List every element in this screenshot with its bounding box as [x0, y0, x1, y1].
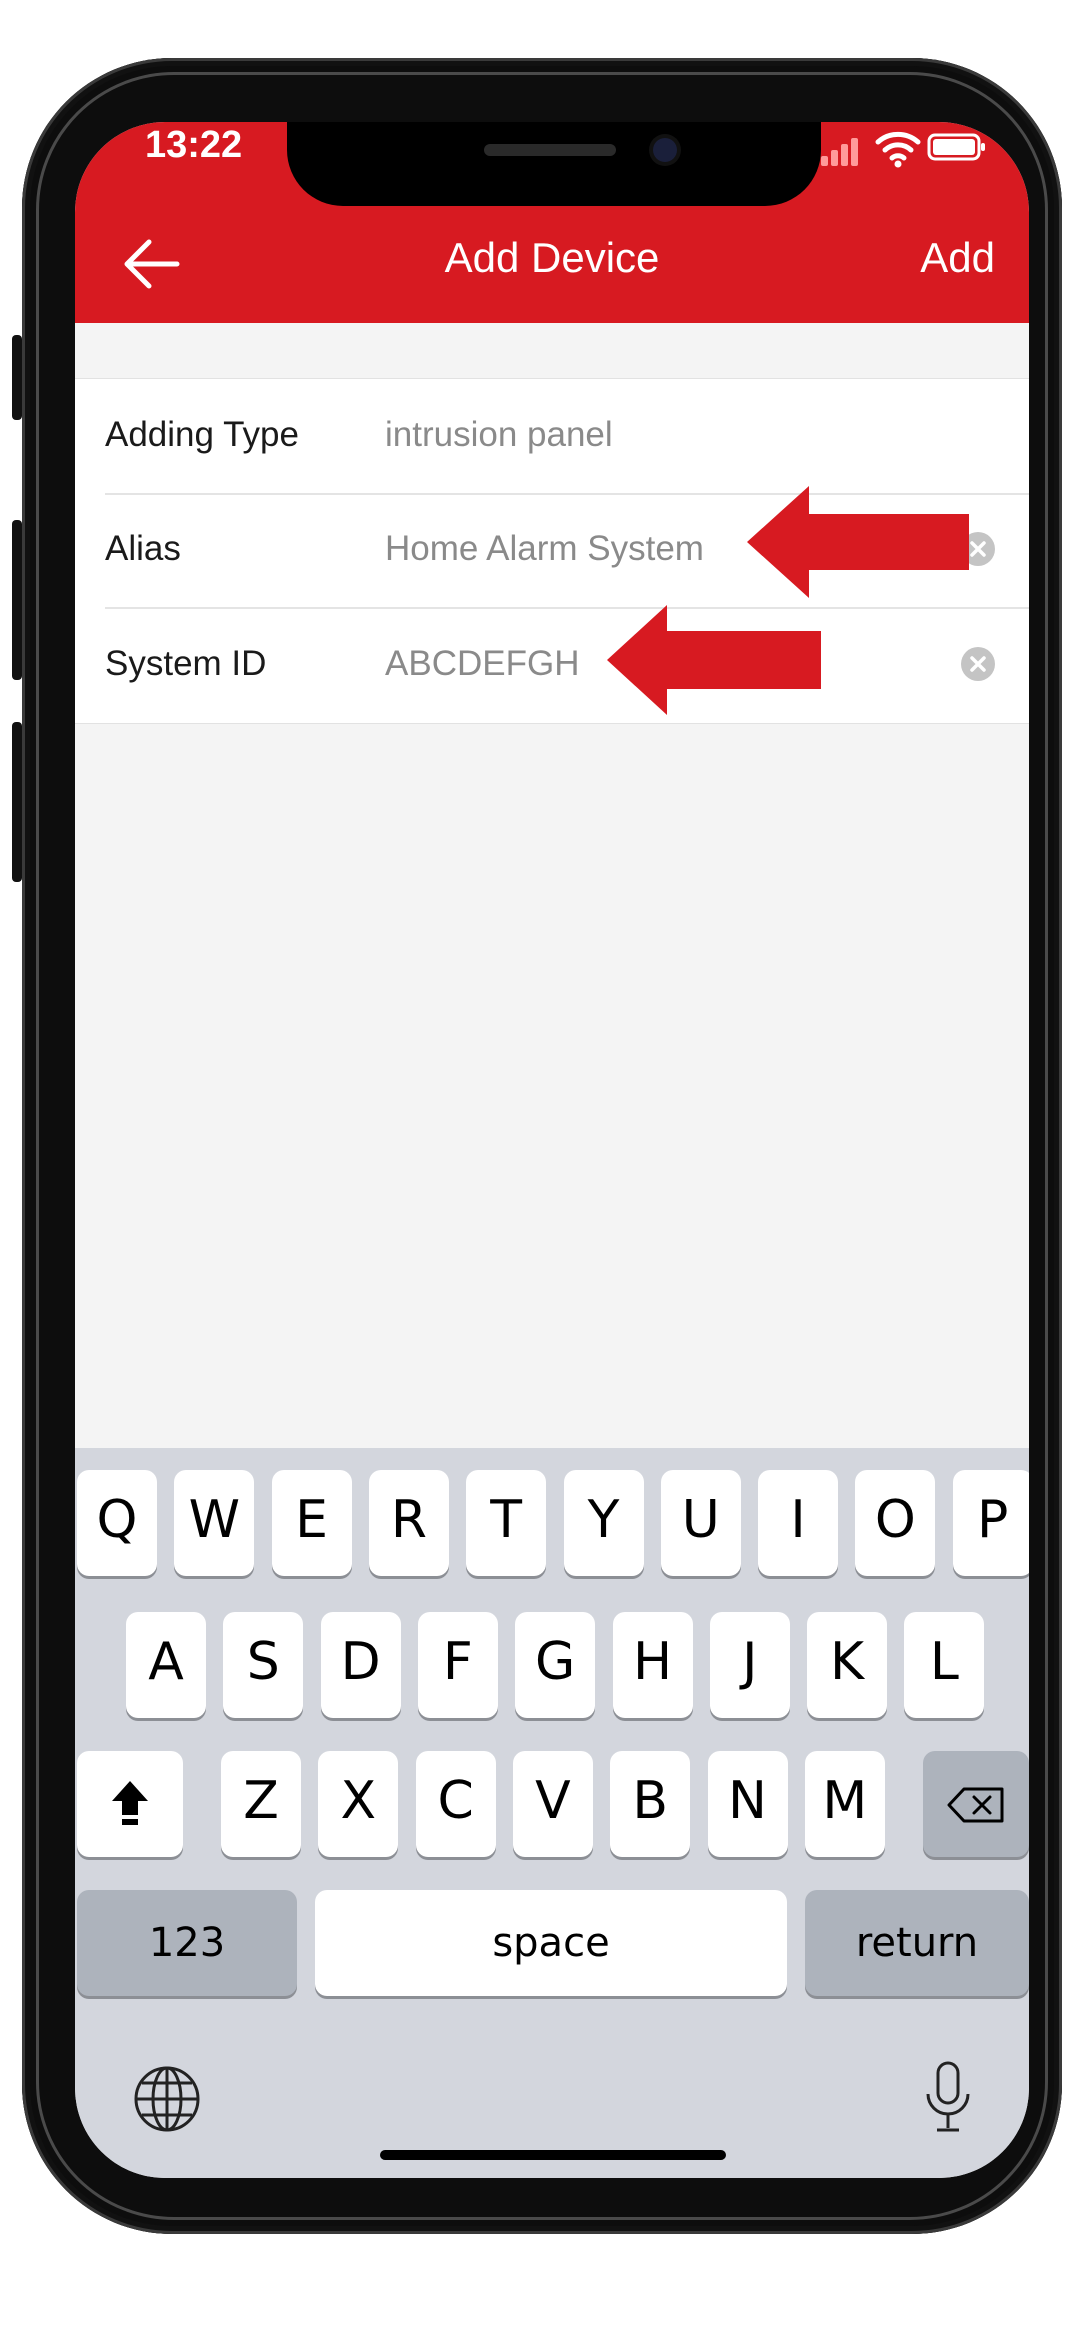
key-label: V	[535, 1771, 571, 1831]
numbers-key-label: 123	[148, 1920, 226, 1966]
key-v[interactable]: V	[512, 1751, 593, 1857]
key-label: A	[148, 1632, 184, 1692]
system-id-label: System ID	[105, 644, 267, 683]
space-key[interactable]: space	[315, 1890, 787, 1996]
space-key-label: space	[492, 1920, 610, 1966]
app-header: 13:22 Add Device Add	[75, 122, 1029, 323]
key-label: Y	[587, 1490, 620, 1550]
key-p[interactable]: P	[952, 1470, 1029, 1576]
key-label: T	[490, 1490, 523, 1550]
adding-type-row[interactable]: Adding Type intrusion panel	[105, 379, 1029, 495]
key-s[interactable]: S	[223, 1612, 304, 1718]
key-label: K	[830, 1632, 865, 1692]
page-title: Add Device	[444, 234, 660, 281]
key-f[interactable]: F	[417, 1612, 498, 1718]
home-indicator	[380, 2150, 726, 2160]
key-w[interactable]: W	[174, 1470, 255, 1576]
key-label: U	[681, 1490, 720, 1550]
key-label: Q	[96, 1490, 138, 1550]
red-arrow-left-icon	[607, 605, 821, 715]
key-label: N	[728, 1771, 767, 1831]
key-label: S	[246, 1632, 280, 1692]
front-camera	[653, 138, 677, 162]
system-id-row[interactable]: System ID ABCDEFGH	[105, 608, 1029, 722]
key-label: E	[295, 1490, 329, 1550]
key-label: M	[822, 1771, 868, 1831]
signal-icon	[821, 136, 865, 166]
keyboard: QWE R T Y U I O P A SD F GH J K L Z XC V BNM 123 space r…	[75, 1448, 1029, 2178]
add-button[interactable]: Add	[920, 234, 995, 282]
key-label: X	[340, 1771, 377, 1831]
key-o[interactable]: O	[855, 1470, 936, 1576]
key-t[interactable]: T	[466, 1470, 547, 1576]
adding-type-value[interactable]: intrusion panel	[385, 415, 613, 455]
status-time: 13:22	[145, 124, 243, 166]
key-h[interactable]: H	[612, 1612, 693, 1718]
key-label: P	[977, 1490, 1009, 1550]
adding-type-label: Adding Type	[105, 415, 299, 454]
red-arrow-left-icon	[747, 486, 969, 598]
return-key-label: return	[855, 1920, 979, 1966]
key-g[interactable]: G	[515, 1612, 596, 1718]
key-q[interactable]: Q	[77, 1470, 157, 1576]
side-button-volume-down	[12, 722, 22, 882]
key-l[interactable]: L	[904, 1612, 985, 1718]
backspace-icon	[947, 1787, 1004, 1823]
key-x[interactable]: X	[318, 1751, 399, 1857]
key-label: D	[340, 1632, 381, 1692]
key-r[interactable]: R	[368, 1470, 449, 1576]
alias-label: Alias	[105, 529, 181, 568]
key-label: F	[442, 1632, 473, 1692]
key-label: Z	[243, 1771, 279, 1831]
side-button-mute	[12, 335, 22, 420]
system-id-input[interactable]: ABCDEFGH	[385, 644, 579, 684]
key-z[interactable]: Z	[221, 1751, 301, 1857]
key-label: I	[790, 1490, 806, 1550]
wifi-icon	[875, 131, 921, 168]
key-label: C	[437, 1771, 474, 1831]
globe-icon[interactable]	[132, 2064, 202, 2134]
microphone-icon[interactable]	[923, 2060, 973, 2136]
key-label: O	[874, 1490, 916, 1550]
key-k[interactable]: K	[807, 1612, 888, 1718]
key-label: R	[390, 1490, 427, 1550]
key-label: B	[632, 1771, 669, 1831]
key-label: L	[929, 1632, 959, 1692]
shift-icon	[112, 1781, 148, 1825]
key-u[interactable]: U	[660, 1470, 741, 1576]
notch	[287, 122, 821, 206]
key-n[interactable]: N	[707, 1751, 788, 1857]
clear-circle-x-icon[interactable]	[961, 647, 995, 681]
key-m[interactable]: M	[804, 1751, 885, 1857]
key-label: G	[535, 1632, 576, 1692]
alias-input[interactable]: Home Alarm System	[385, 529, 704, 569]
key-y[interactable]: Y	[563, 1470, 644, 1576]
key-d[interactable]: D	[320, 1612, 401, 1718]
key-a[interactable]: A	[126, 1612, 206, 1718]
numbers-key[interactable]: 123	[77, 1890, 297, 1996]
side-button-volume-up	[12, 520, 22, 680]
screen: 13:22 Add Device Add Adding Type intrusi…	[75, 122, 1029, 2178]
shift-key[interactable]	[77, 1751, 183, 1857]
delete-key[interactable]	[923, 1751, 1029, 1857]
key-b[interactable]: B	[610, 1751, 691, 1857]
key-label: J	[742, 1632, 758, 1692]
key-label: H	[632, 1632, 673, 1692]
key-e[interactable]: E	[271, 1470, 352, 1576]
key-i[interactable]: I	[758, 1470, 839, 1576]
battery-icon	[927, 133, 985, 161]
key-label: W	[188, 1490, 240, 1550]
key-j[interactable]: J	[709, 1612, 790, 1718]
key-c[interactable]: C	[415, 1751, 496, 1857]
speaker-grille	[484, 144, 616, 156]
return-key[interactable]: return	[805, 1890, 1029, 1996]
